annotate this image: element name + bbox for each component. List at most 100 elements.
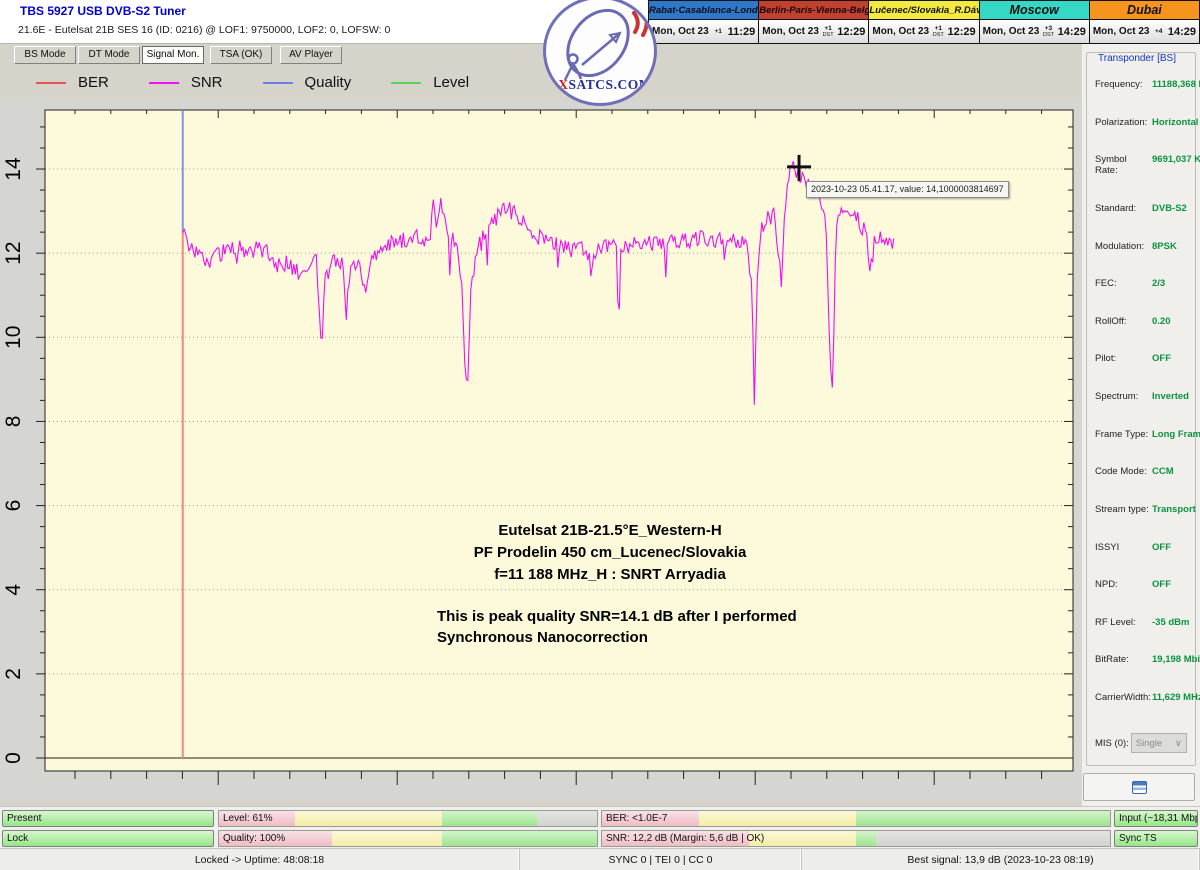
clock-city-label: Dubai: [1090, 1, 1199, 20]
level-progressbar: Level: 61%: [218, 810, 598, 827]
transponder-value: 0.20: [1152, 316, 1171, 327]
transponder-title: Transponder [BS]: [1095, 53, 1179, 64]
present-badge: Present: [2, 810, 214, 827]
dxsatcs-logo-text: DXSATCS.COM: [546, 77, 654, 93]
transponder-value: OFF: [1152, 542, 1171, 553]
chart-annotation-note: This is peak quality SNR=14.1 dB after I…: [437, 606, 837, 648]
clock-time-row: Mon, Oct 23 +4 14:29: [1090, 20, 1199, 43]
transponder-row: RF Level:-35 dBm: [1095, 617, 1195, 628]
input-badge: Input (~18,31 Mbps): [1114, 810, 1198, 827]
transponder-label: Frequency:: [1095, 79, 1152, 90]
signal-status-row: PresentLockInput (~18,31 Mbps)Sync TSLev…: [0, 806, 1200, 848]
transponder-row: ISSYIOFF: [1095, 542, 1195, 553]
bar-segment-yellow: [749, 831, 856, 846]
annotation-line: PF Prodelin 450 cm_Lucenec/Slovakia: [375, 542, 845, 564]
transponder-value: CCM: [1152, 466, 1174, 477]
level-bar-label: Level: 61%: [223, 812, 272, 826]
transponder-panel: Transponder [BS] Frequency:11188,368 MHz…: [1082, 44, 1200, 806]
statusbar-segment-3: Best signal: 13,9 dB (2023-10-23 08:19): [802, 849, 1200, 870]
annotation-line: This is peak quality SNR=14.1 dB after I…: [437, 606, 837, 627]
transponder-value: Inverted: [1152, 391, 1189, 402]
clock-time: 14:29: [1168, 26, 1196, 38]
bar-segment-gray: [537, 811, 597, 826]
transponder-value: 2/3: [1152, 278, 1165, 289]
y-axis-label-14: 14: [2, 157, 25, 181]
signal-chart[interactable]: 02468101214 Eutelsat 21B-21.5°E_Western-…: [0, 100, 1082, 800]
transponder-value: OFF: [1152, 353, 1171, 364]
transponder-row: CarrierWidth:11,629 MHz: [1095, 692, 1195, 703]
syncts-badge: Sync TS: [1114, 830, 1198, 847]
bar-segment-green: [856, 831, 876, 846]
transponder-label: Pilot:: [1095, 353, 1152, 364]
transponder-row: RollOff:0.20: [1095, 316, 1195, 327]
transponder-label: RollOff:: [1095, 316, 1152, 327]
bar-segment-yellow: [332, 831, 442, 846]
transponder-value: DVB-S2: [1152, 203, 1187, 214]
transponder-label: Stream type:: [1095, 504, 1152, 515]
transponder-label: Symbol Rate:: [1095, 154, 1152, 176]
dxsatcs-logo: DXSATCS.COM: [543, 0, 657, 106]
bar-segment-yellow: [699, 811, 856, 826]
transponder-label: NPD:: [1095, 579, 1152, 590]
y-axis-label-12: 12: [2, 241, 25, 264]
transponder-value: 8PSK: [1152, 241, 1177, 252]
mis-label: MIS (0):: [1095, 738, 1129, 749]
bar-segment-yellow: [295, 811, 442, 826]
ber-bar-label: BER: <1.0E-7: [606, 812, 667, 826]
snr-plot[interactable]: 02468101214: [0, 0, 1082, 800]
transponder-label: ISSYI: [1095, 542, 1152, 553]
mis-row: MIS (0): Single ∨: [1095, 733, 1195, 753]
transponder-value: 11,629 MHz: [1152, 692, 1200, 703]
transponder-label: CarrierWidth:: [1095, 692, 1152, 703]
record-list-icon: [1132, 781, 1147, 794]
y-axis-label-0: 0: [2, 752, 25, 764]
transponder-label: Polarization:: [1095, 117, 1152, 128]
chevron-down-icon: ∨: [1175, 738, 1182, 749]
annotation-line: f=11 188 MHz_H : SNRT Arryadia: [375, 564, 845, 586]
transponder-label: Modulation:: [1095, 241, 1152, 252]
transponder-label: Spectrum:: [1095, 391, 1152, 402]
capture-button[interactable]: [1083, 773, 1195, 801]
transponder-label: Standard:: [1095, 203, 1152, 214]
y-axis-label-8: 8: [2, 416, 25, 428]
transponder-value: Long Frame: [1152, 429, 1200, 440]
transponder-value: Transport: [1152, 504, 1196, 515]
transponder-row: NPD:OFF: [1095, 579, 1195, 590]
mis-select[interactable]: Single ∨: [1131, 733, 1187, 753]
tuner-app-window: TBS 5927 USB DVB-S2 Tuner 21.6E - Eutels…: [0, 0, 1200, 870]
snr-progressbar: SNR: 12,2 dB (Margin: 5,6 dB | OK): [601, 830, 1111, 847]
transponder-value: Horizontal: [1152, 117, 1198, 128]
transponder-row: Standard:DVB-S2: [1095, 203, 1195, 214]
quality-bar-label: Quality: 100%: [223, 832, 285, 846]
transponder-label: RF Level:: [1095, 617, 1152, 628]
cursor-tooltip: 2023-10-23 05.41.17, value: 14,100000381…: [806, 181, 1009, 198]
transponder-value: -35 dBm: [1152, 617, 1189, 628]
transponder-row: Polarization:Horizontal: [1095, 117, 1195, 128]
bar-segment-green: [442, 811, 537, 826]
quality-progressbar: Quality: 100%: [218, 830, 598, 847]
transponder-label: BitRate:: [1095, 654, 1152, 665]
clock-date: Mon, Oct 23: [1093, 26, 1150, 37]
transponder-label: FEC:: [1095, 278, 1152, 289]
statusbar-segment-2: SYNC 0 | TEI 0 | CC 0: [520, 849, 802, 870]
utc-offset: +4: [1155, 29, 1162, 35]
annotation-line: Synchronous Nanocorrection: [437, 627, 837, 648]
transponder-row: Modulation:8PSK: [1095, 241, 1195, 252]
mis-value: Single: [1136, 738, 1162, 749]
clock-5: Dubai Mon, Oct 23 +4 14:29: [1090, 1, 1199, 43]
transponder-value: 19,198 Mbit/s: [1152, 654, 1200, 665]
transponder-label: Code Mode:: [1095, 466, 1152, 477]
y-axis-label-6: 6: [2, 500, 25, 512]
transponder-row: Frequency:11188,368 MHz: [1095, 79, 1195, 90]
transponder-row: Frame Type:Long Frame: [1095, 429, 1195, 440]
transponder-row: Code Mode:CCM: [1095, 466, 1195, 477]
bar-segment-green: [856, 811, 1110, 826]
ber-progressbar: BER: <1.0E-7: [601, 810, 1111, 827]
transponder-value: 9691,037 KS/s: [1152, 154, 1200, 165]
transponder-row: Pilot:OFF: [1095, 353, 1195, 364]
y-axis-label-10: 10: [2, 326, 25, 349]
transponder-label: Frame Type:: [1095, 429, 1152, 440]
y-axis-label-2: 2: [2, 668, 25, 680]
snr-bar-label: SNR: 12,2 dB (Margin: 5,6 dB | OK): [606, 832, 764, 846]
transponder-row: Stream type:Transport: [1095, 504, 1195, 515]
